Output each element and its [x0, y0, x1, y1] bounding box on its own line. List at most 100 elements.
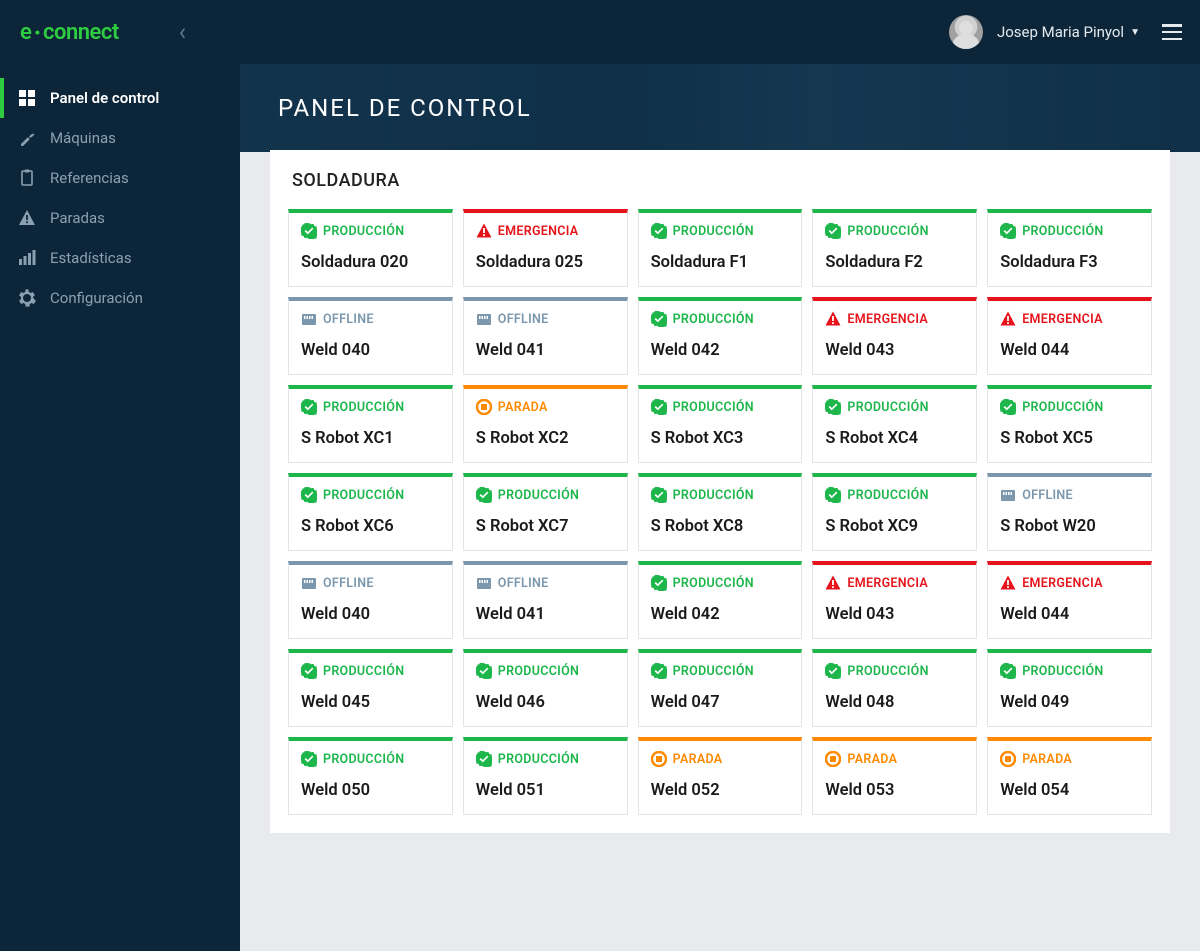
produccion-icon	[476, 751, 492, 767]
machine-card[interactable]: PRODUCCIÓN S Robot XC9	[812, 473, 977, 551]
machine-card[interactable]: PRODUCCIÓN Weld 045	[288, 649, 453, 727]
machine-card[interactable]: PRODUCCIÓN Weld 047	[638, 649, 803, 727]
machine-card[interactable]: EMERGENCIA Weld 043	[812, 561, 977, 639]
machine-card[interactable]: PRODUCCIÓN S Robot XC1	[288, 385, 453, 463]
status-label: OFFLINE	[1022, 488, 1073, 503]
status-label: EMERGENCIA	[847, 576, 928, 591]
back-chevron-icon[interactable]: ‹	[179, 18, 186, 46]
user-menu[interactable]: Josep Maria Pinyol	[997, 23, 1124, 41]
produccion-icon	[301, 751, 317, 767]
machine-name: S Robot XC9	[825, 517, 964, 536]
offline-icon	[476, 311, 492, 327]
machine-card[interactable]: PRODUCCIÓN Soldadura F2	[812, 209, 977, 287]
status-badge: PRODUCCIÓN	[651, 487, 790, 503]
status-label: PRODUCCIÓN	[1022, 224, 1103, 239]
sidebar-item-stats[interactable]: Estadísticas	[0, 238, 240, 278]
status-badge: EMERGENCIA	[825, 575, 964, 591]
status-badge: PRODUCCIÓN	[476, 663, 615, 679]
emergencia-icon	[825, 311, 841, 327]
offline-icon	[301, 575, 317, 591]
machine-card[interactable]: PARADA Weld 054	[987, 737, 1152, 815]
machine-card[interactable]: PRODUCCIÓN Weld 042	[638, 561, 803, 639]
machine-grid: PRODUCCIÓN Soldadura 020 EMERGENCIA Sold…	[288, 209, 1152, 815]
status-badge: EMERGENCIA	[825, 311, 964, 327]
status-label: PRODUCCIÓN	[847, 664, 928, 679]
menu-icon[interactable]	[1162, 24, 1182, 40]
status-label: PRODUCCIÓN	[498, 488, 579, 503]
brand-connect: connect	[43, 20, 119, 45]
machine-name: Weld 044	[1000, 341, 1139, 360]
machine-card[interactable]: PRODUCCIÓN S Robot XC5	[987, 385, 1152, 463]
status-label: PRODUCCIÓN	[673, 400, 754, 415]
sidebar-item-clipboard[interactable]: Referencias	[0, 158, 240, 198]
produccion-icon	[301, 487, 317, 503]
status-badge: PRODUCCIÓN	[1000, 663, 1139, 679]
clipboard-icon	[18, 169, 36, 187]
panel-soldadura: SOLDADURA PRODUCCIÓN Soldadura 020 EMERG…	[270, 150, 1170, 833]
machine-name: Weld 046	[476, 693, 615, 712]
status-label: PRODUCCIÓN	[323, 224, 404, 239]
machine-name: S Robot XC8	[651, 517, 790, 536]
machine-card[interactable]: PRODUCCIÓN S Robot XC3	[638, 385, 803, 463]
machine-card[interactable]: OFFLINE Weld 041	[463, 297, 628, 375]
status-badge: OFFLINE	[301, 311, 440, 327]
sidebar-item-label: Estadísticas	[50, 249, 132, 267]
offline-icon	[476, 575, 492, 591]
status-badge: PRODUCCIÓN	[476, 487, 615, 503]
machine-card[interactable]: PRODUCCIÓN S Robot XC7	[463, 473, 628, 551]
machine-card[interactable]: PRODUCCIÓN Soldadura F3	[987, 209, 1152, 287]
brand-logo[interactable]: e·connect	[20, 20, 119, 45]
status-badge: PRODUCCIÓN	[301, 751, 440, 767]
machine-card[interactable]: PARADA S Robot XC2	[463, 385, 628, 463]
machine-name: S Robot XC7	[476, 517, 615, 536]
machine-card[interactable]: EMERGENCIA Weld 043	[812, 297, 977, 375]
produccion-icon	[1000, 223, 1016, 239]
machine-card[interactable]: PRODUCCIÓN Weld 046	[463, 649, 628, 727]
stats-icon	[18, 249, 36, 267]
status-label: OFFLINE	[498, 312, 549, 327]
parada-icon	[1000, 751, 1016, 767]
gear-icon	[18, 289, 36, 307]
machine-card[interactable]: PARADA Weld 053	[812, 737, 977, 815]
sidebar-item-label: Referencias	[50, 169, 129, 187]
machine-card[interactable]: PRODUCCIÓN Soldadura F1	[638, 209, 803, 287]
produccion-icon	[825, 487, 841, 503]
machine-card[interactable]: PRODUCCIÓN Weld 051	[463, 737, 628, 815]
status-badge: PRODUCCIÓN	[301, 663, 440, 679]
machine-card[interactable]: PRODUCCIÓN S Robot XC6	[288, 473, 453, 551]
sidebar-item-warning[interactable]: Paradas	[0, 198, 240, 238]
machine-card[interactable]: EMERGENCIA Weld 044	[987, 297, 1152, 375]
machine-name: Weld 042	[651, 341, 790, 360]
sidebar-item-wrench[interactable]: Máquinas	[0, 118, 240, 158]
machine-card[interactable]: EMERGENCIA Weld 044	[987, 561, 1152, 639]
machine-card[interactable]: OFFLINE Weld 040	[288, 561, 453, 639]
machine-card[interactable]: OFFLINE Weld 040	[288, 297, 453, 375]
status-badge: PRODUCCIÓN	[825, 399, 964, 415]
status-badge: PRODUCCIÓN	[301, 223, 440, 239]
avatar[interactable]	[949, 15, 983, 49]
produccion-icon	[1000, 399, 1016, 415]
machine-card[interactable]: PRODUCCIÓN Weld 049	[987, 649, 1152, 727]
machine-card[interactable]: PRODUCCIÓN Weld 050	[288, 737, 453, 815]
machine-card[interactable]: PARADA Weld 052	[638, 737, 803, 815]
chevron-down-icon[interactable]: ▼	[1130, 27, 1140, 38]
status-label: OFFLINE	[323, 576, 374, 591]
machine-card[interactable]: OFFLINE Weld 041	[463, 561, 628, 639]
status-badge: OFFLINE	[1000, 487, 1139, 503]
emergencia-icon	[1000, 311, 1016, 327]
machine-card[interactable]: PRODUCCIÓN Soldadura 020	[288, 209, 453, 287]
machine-card[interactable]: OFFLINE S Robot W20	[987, 473, 1152, 551]
status-label: EMERGENCIA	[498, 224, 579, 239]
status-badge: PRODUCCIÓN	[825, 663, 964, 679]
brand-dot: ·	[33, 16, 41, 49]
status-badge: PRODUCCIÓN	[1000, 223, 1139, 239]
sidebar-item-gear[interactable]: Configuración	[0, 278, 240, 318]
sidebar-item-dashboard[interactable]: Panel de control	[0, 78, 240, 118]
machine-card[interactable]: PRODUCCIÓN Weld 042	[638, 297, 803, 375]
machine-card[interactable]: PRODUCCIÓN S Robot XC4	[812, 385, 977, 463]
status-badge: PRODUCCIÓN	[651, 575, 790, 591]
status-badge: PRODUCCIÓN	[301, 399, 440, 415]
machine-card[interactable]: PRODUCCIÓN S Robot XC8	[638, 473, 803, 551]
machine-card[interactable]: PRODUCCIÓN Weld 048	[812, 649, 977, 727]
machine-card[interactable]: EMERGENCIA Soldadura 025	[463, 209, 628, 287]
